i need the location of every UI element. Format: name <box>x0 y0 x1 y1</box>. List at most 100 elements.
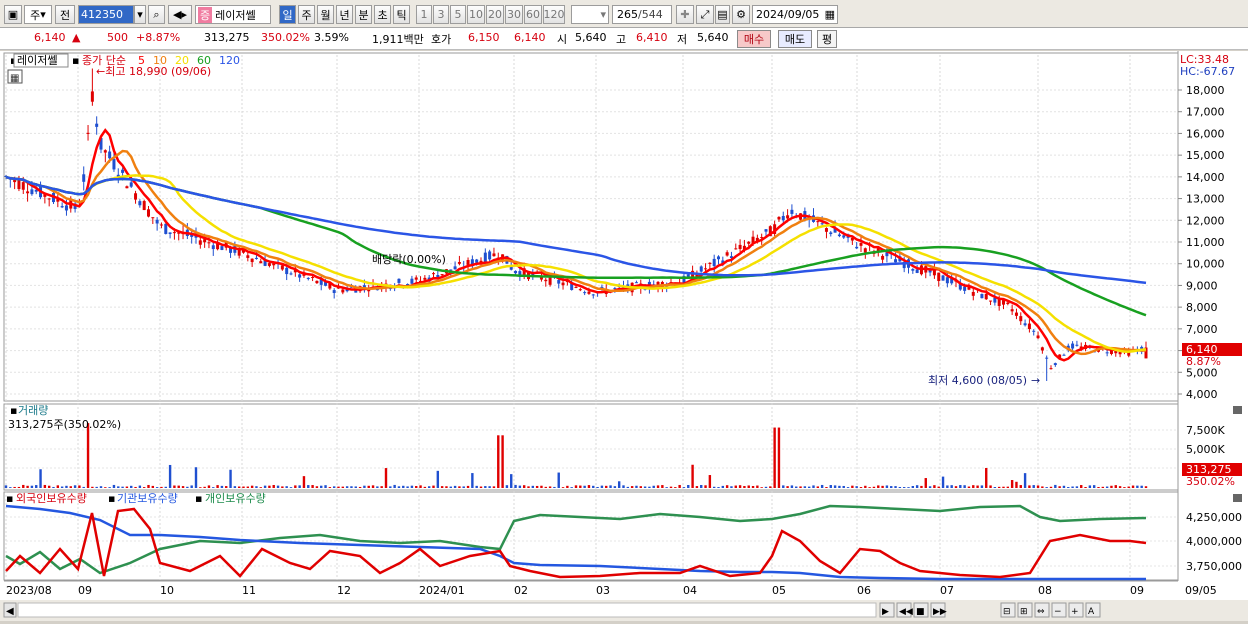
volume-bar <box>371 485 375 488</box>
volume-bar <box>1010 480 1014 488</box>
candle-body <box>1049 368 1053 370</box>
candle-body <box>764 229 768 232</box>
volume-bar <box>358 486 362 488</box>
date-input[interactable]: 2024/09/05 ▦ <box>752 5 838 24</box>
volume-bar <box>479 486 483 488</box>
price-tick-label: 13,000 <box>1186 193 1225 206</box>
calendar-icon[interactable]: ▦ <box>825 8 835 21</box>
number-button-5[interactable]: 30 <box>505 5 523 24</box>
market-select[interactable]: 주 ▾ <box>24 5 52 24</box>
number-button-3[interactable]: 10 <box>467 5 485 24</box>
volume-bar <box>769 486 772 488</box>
number-button-0[interactable]: 1 <box>416 5 432 24</box>
volume-bar <box>518 485 522 488</box>
period-button-2[interactable]: 월 <box>317 5 334 24</box>
buy-button[interactable]: 매수 <box>737 30 771 48</box>
volume-bar <box>630 486 634 488</box>
volume-bar <box>328 487 332 488</box>
scroll-track[interactable] <box>17 602 877 618</box>
candle-body <box>466 260 470 265</box>
candle-body <box>725 252 729 256</box>
crosshair-icon[interactable]: ⤢ <box>696 5 714 24</box>
volume-bar <box>263 485 267 488</box>
period-button-5[interactable]: 초 <box>374 5 391 24</box>
price-tick-label: 11,000 <box>1186 236 1225 249</box>
window-menu-icon[interactable]: ▣ <box>4 5 22 24</box>
grid-icon[interactable]: ✚ <box>676 5 694 24</box>
gear-icon[interactable]: ⚙ <box>732 5 750 24</box>
holding-close-icon[interactable] <box>1233 494 1242 502</box>
save-icon[interactable]: ▤ <box>715 5 730 24</box>
prev-stock-button[interactable]: 전 <box>55 5 75 24</box>
volume-bar <box>212 487 215 488</box>
vol-tag-2: 350.02% <box>1186 475 1235 488</box>
count-field[interactable]: 265/544 <box>612 5 672 24</box>
candle-body <box>332 290 336 293</box>
volume-bullet: ▪ <box>10 404 17 417</box>
volume-bar <box>807 486 811 488</box>
number-button-1[interactable]: 3 <box>433 5 449 24</box>
number-button-4[interactable]: 20 <box>486 5 504 24</box>
volume-bar <box>99 486 103 488</box>
period-button-0[interactable]: 일 <box>279 5 296 24</box>
number-button-6[interactable]: 60 <box>524 5 542 24</box>
hold-legend-indiv[interactable]: 개인보유수량 <box>205 492 266 505</box>
volume-bar <box>384 468 388 488</box>
volume-title[interactable]: 거래량 <box>18 404 48 417</box>
volume-bar <box>380 486 383 488</box>
period-button-3[interactable]: 년 <box>336 5 353 24</box>
price-tick-label: 12,000 <box>1186 214 1225 227</box>
minus-icon-glyph: − <box>1054 607 1062 617</box>
candle-body <box>781 215 785 221</box>
volume-bar <box>855 486 858 488</box>
legend-bullet-2: ▪ <box>72 54 79 67</box>
ma-legend-120[interactable]: 120 <box>219 54 240 67</box>
volume-bar <box>816 486 820 488</box>
eval-button[interactable]: 평 <box>817 30 837 48</box>
blank-dropdown[interactable]: ▾ <box>571 5 609 24</box>
volume-bar <box>462 486 465 488</box>
volume-bar <box>997 486 1001 488</box>
volume-bar <box>911 486 915 488</box>
hold-legend-foreign[interactable]: 외국인보유수량 <box>16 492 87 505</box>
volume-close-icon[interactable] <box>1233 406 1242 414</box>
volume-bar <box>877 485 880 488</box>
volume-bar <box>147 484 150 488</box>
speaker-icon[interactable]: ◀▸ <box>168 5 192 24</box>
stock-name-field[interactable]: 증 레이저쎌 <box>195 5 271 24</box>
volume-bar <box>544 486 547 488</box>
volume-bar <box>458 486 461 488</box>
candle-body <box>945 277 949 284</box>
candle-body <box>915 269 919 273</box>
volume-bar <box>268 485 271 488</box>
period-button-4[interactable]: 분 <box>355 5 372 24</box>
stock-name: 레이저쎌 <box>215 8 256 22</box>
number-button-2[interactable]: 5 <box>450 5 466 24</box>
candle-body <box>17 180 21 190</box>
candle-body <box>514 270 518 274</box>
period-button-1[interactable]: 주 <box>298 5 315 24</box>
volume-bar <box>669 486 673 488</box>
stock-code-input[interactable]: 412350 <box>78 5 134 24</box>
volume-bar <box>894 486 897 488</box>
hold-legend-inst[interactable]: 기관보유수량 <box>117 492 178 505</box>
stock-chart[interactable]: ▪ 레이저쎌 ▪ 종가 단순 5102060120 ▦ ←최고 18,990 (… <box>0 51 1248 621</box>
volume-bar <box>773 427 776 488</box>
number-button-7[interactable]: 120 <box>543 5 565 24</box>
code-dropdown-icon[interactable]: ▾ <box>134 5 146 24</box>
search-icon[interactable]: ⌕ <box>148 5 165 24</box>
volume-bar <box>527 486 530 488</box>
sell-button[interactable]: 매도 <box>778 30 812 48</box>
period-button-6[interactable]: 틱 <box>393 5 410 24</box>
volume-bar <box>501 435 504 488</box>
volume-bar <box>26 485 29 488</box>
stop-icon-glyph: ■ <box>916 607 925 617</box>
candle-body <box>129 182 133 187</box>
x-tick-label: 06 <box>857 584 871 597</box>
candle-body <box>984 293 988 300</box>
candle-body <box>855 246 859 249</box>
candle-body <box>1105 352 1109 354</box>
volume-bar <box>173 485 176 488</box>
volume-bar <box>320 485 323 488</box>
panel-stock-name[interactable]: 레이저쎌 <box>17 54 57 67</box>
